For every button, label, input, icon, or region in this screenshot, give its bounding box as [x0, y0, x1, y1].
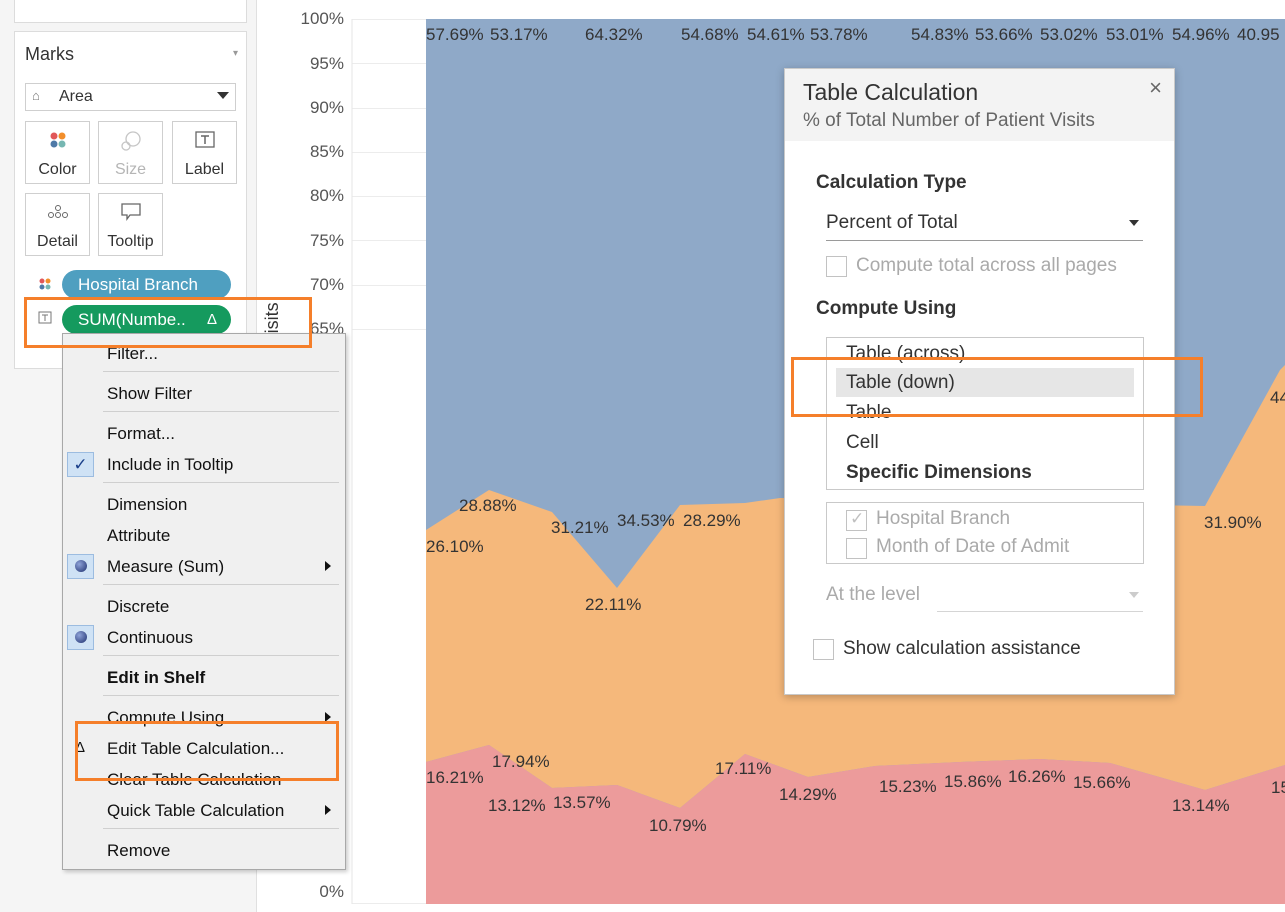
radio-selected-icon	[67, 625, 94, 650]
data-label: 28.29%	[683, 511, 741, 530]
submenu-arrow-icon	[325, 561, 331, 571]
data-label: 53.02%	[1040, 25, 1098, 44]
menu-separator	[103, 371, 339, 372]
calculation-type-dropdown[interactable]: Percent of Total	[826, 207, 1143, 241]
menu-separator	[103, 584, 339, 585]
option-specific-dimensions[interactable]: Specific Dimensions	[846, 462, 1032, 484]
dialog-subtitle: % of Total Number of Patient Visits	[803, 110, 1095, 131]
highlight-box-table-down	[791, 357, 1203, 417]
menu-separator	[103, 411, 339, 412]
calculation-type-heading: Calculation Type	[816, 172, 967, 193]
option-cell[interactable]: Cell	[846, 432, 879, 454]
menu-separator	[103, 482, 339, 483]
menu-separator	[103, 695, 339, 696]
menu-item-measure-sum[interactable]: Measure (Sum)	[107, 557, 224, 577]
data-label: 44	[1270, 388, 1285, 407]
data-label: 54.83%	[911, 25, 969, 44]
data-label: 14.29%	[779, 785, 837, 804]
compute-total-label: Compute total across all pages	[856, 255, 1117, 276]
radio-selected-icon	[67, 554, 94, 579]
close-icon[interactable]: ×	[1149, 75, 1162, 101]
data-label: 31.90%	[1204, 513, 1262, 532]
show-calc-assist-label: Show calculation assistance	[843, 638, 1081, 659]
data-label: 28.88%	[459, 496, 517, 515]
data-label: 17.94%	[492, 752, 550, 771]
menu-item-include-in-tooltip[interactable]: Include in Tooltip	[107, 455, 233, 475]
menu-item-edit-in-shelf[interactable]: Edit in Shelf	[107, 668, 205, 688]
hospital-branch-dim-label: Hospital Branch	[876, 508, 1011, 529]
highlight-box-pill	[24, 297, 312, 348]
menu-item-format[interactable]: Format...	[107, 424, 175, 444]
submenu-arrow-icon	[325, 805, 331, 815]
data-label: 13.14%	[1172, 796, 1230, 815]
show-calc-assist-checkbox[interactable]	[813, 639, 834, 660]
data-label: 64.32%	[585, 25, 643, 44]
data-label: 31.21%	[551, 518, 609, 537]
data-label: 15.23%	[879, 777, 937, 796]
data-label: 57.69%	[426, 25, 484, 44]
menu-item-remove[interactable]: Remove	[107, 841, 170, 861]
dialog-header: Table Calculation % of Total Number of P…	[785, 69, 1174, 141]
menu-separator	[103, 655, 339, 656]
menu-separator	[103, 828, 339, 829]
menu-item-quick-table-calculation[interactable]: Quick Table Calculation	[107, 801, 284, 821]
data-label: 16.21%	[426, 768, 484, 787]
chevron-down-icon	[1129, 220, 1139, 226]
month-of-date-dim-label: Month of Date of Admit	[876, 536, 1070, 557]
data-label: 53.01%	[1106, 25, 1164, 44]
month-of-date-checkbox[interactable]	[846, 538, 867, 559]
highlight-box-edit-calc	[75, 721, 339, 781]
data-label: 54.68%	[681, 25, 739, 44]
hospital-branch-checkbox[interactable]	[846, 509, 867, 531]
data-label: 22.11%	[585, 595, 642, 614]
menu-item-dimension[interactable]: Dimension	[107, 495, 187, 515]
data-label: 17.11%	[715, 759, 772, 778]
data-label: 54.96%	[1172, 25, 1230, 44]
menu-item-attribute[interactable]: Attribute	[107, 526, 170, 546]
data-label: 54.61%	[747, 25, 805, 44]
pill-context-menu: Filter... Show Filter Format... ✓ Includ…	[62, 333, 346, 870]
data-label: 15.66%	[1073, 773, 1131, 792]
at-the-level-label: At the level	[826, 584, 920, 605]
data-label: 13.57%	[553, 793, 611, 812]
data-label: 15	[1271, 778, 1285, 797]
data-label: 26.10%	[426, 537, 484, 556]
dialog-title: Table Calculation	[803, 79, 979, 105]
data-label: 53.66%	[975, 25, 1033, 44]
data-label: 15.86%	[944, 772, 1002, 791]
menu-item-continuous[interactable]: Continuous	[107, 628, 193, 648]
compute-total-checkbox[interactable]	[826, 256, 847, 277]
data-label: 53.17%	[490, 25, 548, 44]
chevron-down-icon	[1129, 592, 1139, 598]
menu-item-discrete[interactable]: Discrete	[107, 597, 169, 617]
data-label: 10.79%	[649, 816, 707, 835]
data-label: 34.53%	[617, 511, 675, 530]
checkmark-icon: ✓	[67, 452, 94, 477]
menu-item-show-filter[interactable]: Show Filter	[107, 384, 192, 404]
calculation-type-value: Percent of Total	[826, 212, 958, 233]
compute-using-heading: Compute Using	[816, 298, 957, 319]
data-label: 13.12%	[488, 796, 546, 815]
at-the-level-dropdown[interactable]	[937, 579, 1143, 612]
data-label: 16.26%	[1008, 767, 1066, 786]
data-label: 53.78%	[810, 25, 868, 44]
specific-dimensions-box: Hospital Branch Month of Date of Admit	[826, 502, 1144, 564]
data-label: 40.95	[1237, 25, 1280, 44]
